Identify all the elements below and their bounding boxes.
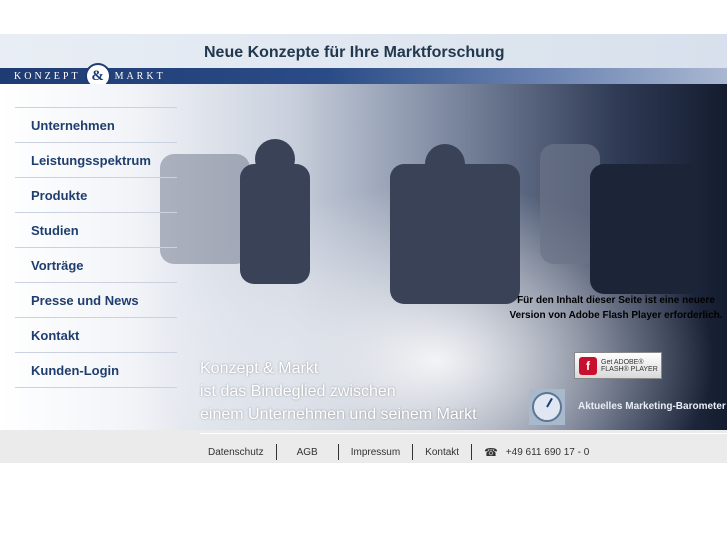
claim-line: Konzept & Markt xyxy=(200,360,319,377)
footer-link-agb[interactable]: AGB xyxy=(297,447,318,458)
footer-divider xyxy=(200,433,727,434)
nav-item-presse-und-news[interactable]: Presse und News xyxy=(15,282,177,317)
footer-link-kontakt[interactable]: Kontakt xyxy=(425,447,459,458)
footer-phone: +49 611 690 17 - 0 xyxy=(505,446,590,458)
nav-item-kontakt[interactable]: Kontakt xyxy=(15,317,177,352)
logo-text-right: MARKT xyxy=(114,70,166,82)
puzzle-piece xyxy=(425,144,465,184)
marketing-barometer-link[interactable]: Aktuelles Marketing-Barometer xyxy=(578,401,726,412)
puzzle-piece xyxy=(390,164,520,304)
footer-separator xyxy=(275,444,277,460)
flash-notice: Für den Inhalt dieser Seite ist eine neu… xyxy=(509,295,723,321)
nav-item-leistungsspektrum[interactable]: Leistungsspektrum xyxy=(15,142,177,177)
page-tagline: Neue Konzepte für Ihre Marktforschung xyxy=(204,44,505,61)
footer-separator xyxy=(471,444,473,460)
flash-button-text: Get ADOBE® FLASH® PLAYER xyxy=(601,358,658,373)
nav-item-studien[interactable]: Studien xyxy=(15,212,177,247)
footer-separator xyxy=(337,444,339,460)
footer-link-impressum[interactable]: Impressum xyxy=(351,447,400,458)
nav-item-produkte[interactable]: Produkte xyxy=(15,177,177,212)
puzzle-piece xyxy=(255,139,295,179)
barometer-icon[interactable] xyxy=(529,389,565,425)
puzzle-piece xyxy=(240,164,310,284)
nav-item-vortraege[interactable]: Vorträge xyxy=(15,247,177,282)
footer-link-datenschutz[interactable]: Datenschutz xyxy=(208,447,264,458)
claim-line: einem Unternehmen und seinem Markt xyxy=(200,406,477,423)
footer: Datenschutz AGB Impressum Kontakt ☎ +49 … xyxy=(200,444,589,460)
nav-item-unternehmen[interactable]: Unternehmen xyxy=(15,107,177,142)
main-nav: Unternehmen Leistungsspektrum Produkte S… xyxy=(15,107,177,388)
claim-line: ist das Bindeglied zwischen xyxy=(200,383,396,400)
hero-claim: Konzept & Markt ist das Bindeglied zwisc… xyxy=(200,357,477,426)
nav-item-kunden-login[interactable]: Kunden-Login xyxy=(15,352,177,388)
phone-icon: ☎ xyxy=(484,446,498,459)
puzzle-piece xyxy=(590,164,700,294)
get-flash-player-button[interactable]: f Get ADOBE® FLASH® PLAYER xyxy=(574,352,662,379)
footer-separator xyxy=(412,444,414,460)
flash-icon: f xyxy=(579,356,597,375)
logo-text-left: KONZEPT xyxy=(14,70,81,82)
